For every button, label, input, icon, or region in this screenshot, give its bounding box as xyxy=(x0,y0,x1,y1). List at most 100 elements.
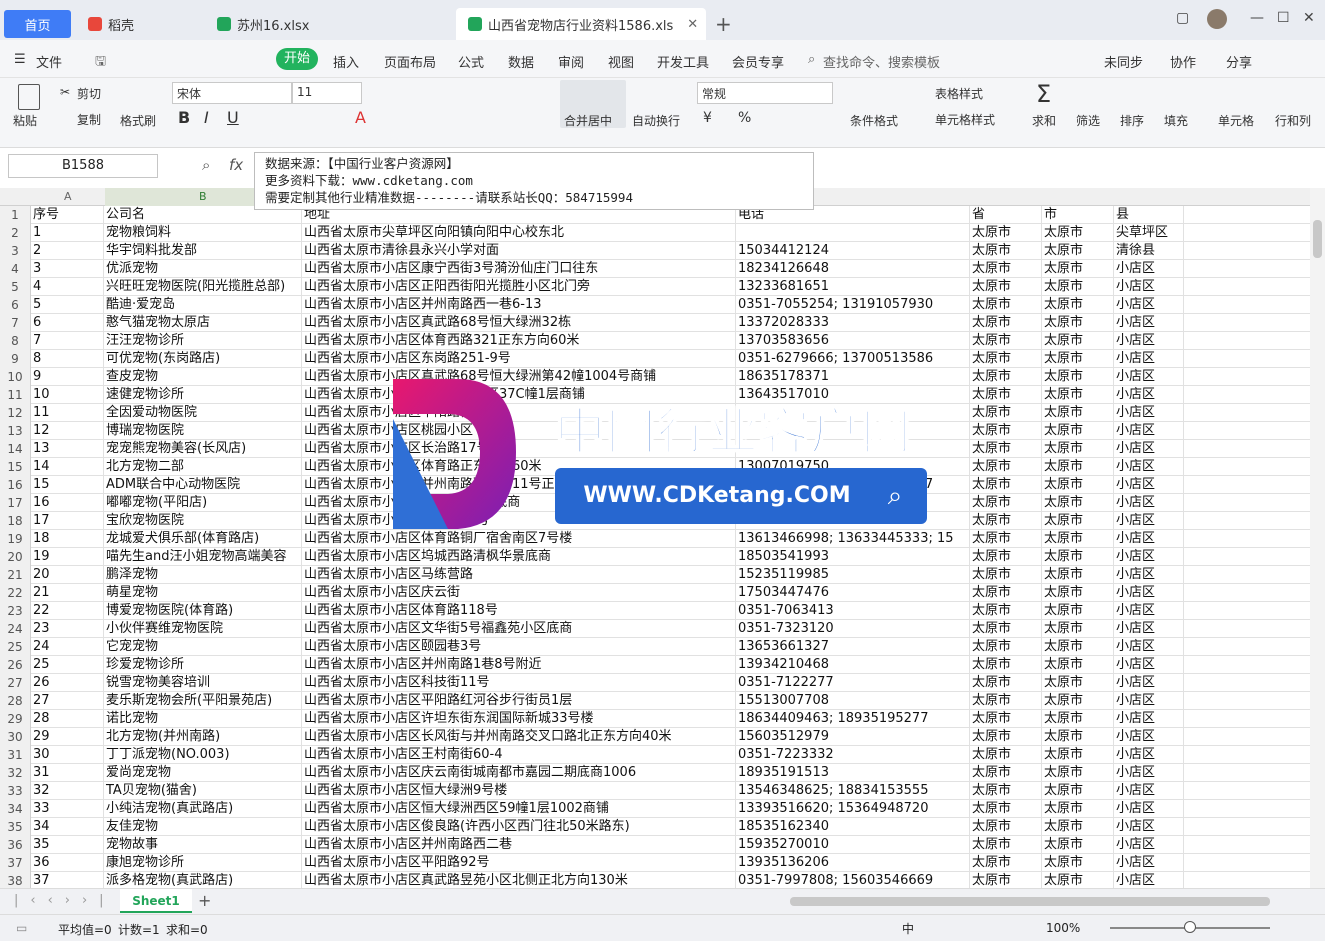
table-cell[interactable]: 10 xyxy=(31,386,104,404)
table-cell[interactable]: 18634409463; 18935195277 xyxy=(736,710,970,728)
table-cell[interactable]: 麦乐斯宠物会所(平阳景苑店) xyxy=(104,692,302,710)
table-cell[interactable]: 小店区 xyxy=(1114,818,1184,836)
table-cell[interactable]: 18535162340 xyxy=(736,818,970,836)
table-cell[interactable]: 锐雪宠物美容培训 xyxy=(104,674,302,692)
table-cell[interactable]: 山西省太原市小店区王村南街60-4 xyxy=(302,746,736,764)
table-cell[interactable]: 山西省太原市小店区体育路铜厂宿舍南区7号楼 xyxy=(302,530,736,548)
table-cell[interactable]: 友佳宠物 xyxy=(104,818,302,836)
table-row[interactable]: 35 34 友佳宠物 山西省太原市小店区俊良路(许西小区西门往北50米路东) 18535… xyxy=(0,818,1310,836)
table-cell[interactable]: 太原市 xyxy=(1042,818,1114,836)
table-cell[interactable]: 山西省太原市小店区正阳西街阳光揽胜小区北门旁 xyxy=(302,278,736,296)
table-cell[interactable]: 太原市 xyxy=(1042,530,1114,548)
table-cell[interactable]: 爱尚宠宠物 xyxy=(104,764,302,782)
sort-button[interactable]: 排序 xyxy=(1120,112,1144,129)
menu-formula[interactable]: 公式 xyxy=(458,52,484,71)
table-cell[interactable]: 太原市 xyxy=(1042,854,1114,872)
row-number[interactable]: 22 xyxy=(0,584,31,602)
table-cell[interactable]: 小店区 xyxy=(1114,386,1184,404)
table-cell[interactable]: 小店区 xyxy=(1114,332,1184,350)
add-sheet-icon[interactable]: + xyxy=(198,891,211,910)
table-cell[interactable]: 山西省太原市小店区科技街11号 xyxy=(302,674,736,692)
table-cell[interactable]: 8 xyxy=(31,350,104,368)
row-number[interactable]: 5 xyxy=(0,278,31,296)
row-number[interactable]: 10 xyxy=(0,368,31,386)
table-cell[interactable]: 宠宠熊宠物美容(长风店) xyxy=(104,440,302,458)
table-cell[interactable]: 小纯洁宠物(真武路店) xyxy=(104,800,302,818)
row-number[interactable]: 6 xyxy=(0,296,31,314)
table-cell[interactable]: 太原市 xyxy=(1042,422,1114,440)
row-number[interactable]: 38 xyxy=(0,872,31,888)
row-number[interactable]: 34 xyxy=(0,800,31,818)
menu-review[interactable]: 审阅 xyxy=(558,52,584,71)
table-cell[interactable]: 太原市 xyxy=(1042,566,1114,584)
table-cell[interactable]: 3 xyxy=(31,260,104,278)
table-row[interactable]: 33 32 TA贝宠物(猫舍) 山西省太原市小店区恒大绿洲9号楼 13546348625… xyxy=(0,782,1310,800)
row-number[interactable]: 15 xyxy=(0,458,31,476)
table-cell[interactable]: 太原市 xyxy=(1042,782,1114,800)
table-cell[interactable]: 32 xyxy=(31,782,104,800)
table-cell[interactable]: 小店区 xyxy=(1114,314,1184,332)
table-cell[interactable]: 宠物故事 xyxy=(104,836,302,854)
table-cell[interactable]: 6 xyxy=(31,314,104,332)
table-cell[interactable]: 太原市 xyxy=(1042,638,1114,656)
name-box[interactable]: B1588 xyxy=(8,154,158,178)
table-cell[interactable]: 0351-7055254; 13191057930 xyxy=(736,296,970,314)
table-cell[interactable]: 太原市 xyxy=(970,458,1042,476)
italic-icon[interactable]: I xyxy=(204,108,209,127)
number-format-select[interactable]: 常规 xyxy=(697,82,833,104)
table-cell[interactable]: 18635178371 xyxy=(736,368,970,386)
fill-button[interactable]: 填充 xyxy=(1164,112,1188,129)
row-number[interactable]: 13 xyxy=(0,422,31,440)
table-cell[interactable]: 22 xyxy=(31,602,104,620)
table-row[interactable]: 27 26 锐雪宠物美容培训 山西省太原市小店区科技街11号 0351-7122277 太… xyxy=(0,674,1310,692)
table-cell[interactable]: 华宇饲料批发部 xyxy=(104,242,302,260)
table-cell[interactable]: 山西省太原市小店区平阳路92号 xyxy=(302,854,736,872)
table-cell[interactable]: 小店区 xyxy=(1114,854,1184,872)
table-cell[interactable]: 小店区 xyxy=(1114,800,1184,818)
table-cell[interactable]: 小店区 xyxy=(1114,494,1184,512)
table-cell[interactable]: 小店区 xyxy=(1114,764,1184,782)
table-cell[interactable]: 太原市 xyxy=(970,494,1042,512)
table-cell[interactable]: 0351-7122277 xyxy=(736,674,970,692)
save-icon[interactable]: 🖫 xyxy=(95,52,106,74)
tab-file1[interactable]: 苏州16.xlsx xyxy=(205,8,450,40)
table-cell[interactable]: 小店区 xyxy=(1114,296,1184,314)
table-cell[interactable]: 小店区 xyxy=(1114,404,1184,422)
table-cell[interactable]: 28 xyxy=(31,710,104,728)
table-cell[interactable]: 太原市 xyxy=(1042,278,1114,296)
format-painter-button[interactable]: 格式刷 xyxy=(120,112,156,129)
collab-button[interactable]: 协作 xyxy=(1170,52,1196,71)
table-cell[interactable]: 太原市 xyxy=(1042,656,1114,674)
table-cell[interactable]: 1 xyxy=(31,224,104,242)
menu-view[interactable]: 视图 xyxy=(608,52,634,71)
table-cell[interactable]: 太原市 xyxy=(1042,728,1114,746)
table-cell[interactable]: 13703583656 xyxy=(736,332,970,350)
table-cell[interactable]: 山西省太原市小店区康宁西街3号漪汾仙庄门口往东 xyxy=(302,260,736,278)
zoom-slider-handle[interactable] xyxy=(1184,921,1196,933)
row-number[interactable]: 17 xyxy=(0,494,31,512)
table-row[interactable]: 10 9 查皮宠物 山西省太原市小店区真武路68号恒大绿洲第42幢1004号商铺 186… xyxy=(0,368,1310,386)
sync-status[interactable]: 未同步 xyxy=(1104,52,1143,71)
table-cell[interactable]: 太原市 xyxy=(1042,512,1114,530)
table-cell[interactable]: 17503447476 xyxy=(736,584,970,602)
table-row[interactable]: 25 24 它宠宠物 山西省太原市小店区颐园巷3号 13653661327 太原市 太原市小… xyxy=(0,638,1310,656)
table-cell[interactable]: 小店区 xyxy=(1114,872,1184,888)
table-cell[interactable]: 博瑞宠物医院 xyxy=(104,422,302,440)
minimize-icon[interactable]: — xyxy=(1250,10,1264,26)
table-cell[interactable]: 太原市 xyxy=(970,602,1042,620)
close-icon[interactable]: ✕ xyxy=(687,17,698,32)
table-cell[interactable]: 0351-7997808; 15603546669 xyxy=(736,872,970,888)
table-cell[interactable]: 兴旺旺宠物医院(阳光揽胜总部) xyxy=(104,278,302,296)
table-cell[interactable]: 小店区 xyxy=(1114,656,1184,674)
table-cell[interactable]: 13233681651 xyxy=(736,278,970,296)
header-cell[interactable]: 省 xyxy=(970,206,1042,224)
row-number[interactable]: 20 xyxy=(0,548,31,566)
table-row[interactable]: 7 6 憨气猫宠物太原店 山西省太原市小店区真武路68号恒大绿洲32栋 13372028… xyxy=(0,314,1310,332)
table-cell[interactable]: 小店区 xyxy=(1114,692,1184,710)
table-cell[interactable]: 可优宠物(东岗路店) xyxy=(104,350,302,368)
table-cell[interactable]: 太原市 xyxy=(1042,836,1114,854)
table-cell[interactable]: 13393516620; 15364948720 xyxy=(736,800,970,818)
row-number[interactable]: 31 xyxy=(0,746,31,764)
table-cell[interactable]: 清徐县 xyxy=(1114,242,1184,260)
table-row[interactable]: 5 4 兴旺旺宠物医院(阳光揽胜总部) 山西省太原市小店区正阳西街阳光揽胜小区北门旁 1… xyxy=(0,278,1310,296)
